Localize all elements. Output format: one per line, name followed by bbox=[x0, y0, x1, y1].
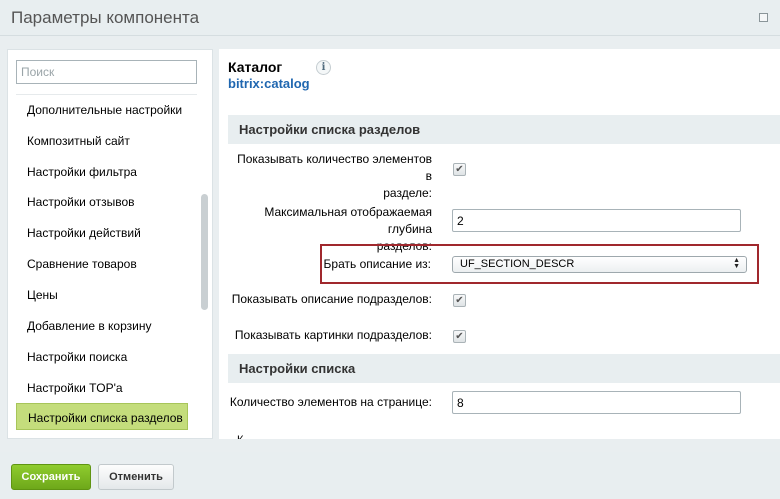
field-label-cut-off: К bbox=[237, 434, 243, 439]
sidebar-list: Дополнительные настройки Композитный сай… bbox=[16, 94, 197, 438]
sidebar-scroll-thumb[interactable] bbox=[201, 194, 208, 310]
section-title-section-list: Настройки списка разделов bbox=[228, 115, 780, 144]
cancel-button[interactable]: Отменить bbox=[98, 464, 174, 490]
window-titlebar: Параметры компонента bbox=[0, 0, 780, 36]
select-arrows-icon: ▲ ▼ bbox=[733, 257, 740, 270]
field-label-show-subsection-pictures: Показывать картинки подразделов: bbox=[234, 328, 432, 342]
info-icon[interactable]: i bbox=[316, 60, 331, 75]
field-label-line: разделе: bbox=[383, 186, 432, 200]
component-code: bitrix:catalog bbox=[228, 76, 310, 91]
section-title-list-settings: Настройки списка bbox=[228, 354, 780, 383]
show-subsection-description-checkbox[interactable]: ✔ bbox=[453, 294, 466, 307]
field-label-page-element-count: Количество элементов на странице: bbox=[229, 395, 432, 409]
field-label-description-source: Брать описание из: bbox=[323, 257, 431, 271]
max-depth-input[interactable] bbox=[452, 209, 741, 232]
sidebar: Дополнительные настройки Композитный сай… bbox=[7, 49, 213, 439]
sidebar-item-action-settings[interactable]: Настройки действий bbox=[16, 219, 188, 246]
settings-panel: Каталог bitrix:catalog i Настройки списк… bbox=[219, 49, 780, 439]
show-element-count-checkbox[interactable]: ✔ bbox=[453, 163, 466, 176]
sidebar-item-additional-settings[interactable]: Дополнительные настройки bbox=[16, 96, 188, 123]
field-label-show-subsection-description: Показывать описание подразделов: bbox=[231, 292, 432, 306]
sidebar-item-composite-site[interactable]: Композитный сайт bbox=[16, 127, 188, 154]
sidebar-item-prices[interactable]: Цены bbox=[16, 281, 188, 308]
show-subsection-pictures-checkbox[interactable]: ✔ bbox=[453, 330, 466, 343]
description-source-select[interactable]: UF_SECTION_DESCR ▲ ▼ bbox=[452, 256, 747, 273]
dialog-footer: Сохранить Отменить bbox=[0, 452, 780, 499]
field-label-line: Максимальная отображаемая глубина bbox=[264, 205, 432, 236]
sidebar-item-search-settings[interactable]: Настройки поиска bbox=[16, 343, 188, 370]
window-title: Параметры компонента bbox=[11, 8, 200, 27]
maximize-icon[interactable] bbox=[759, 13, 768, 22]
save-button[interactable]: Сохранить bbox=[11, 464, 91, 490]
component-name: Каталог bbox=[228, 59, 283, 75]
field-label-show-element-count: Показывать количество элементов в раздел… bbox=[229, 151, 432, 202]
sidebar-item-top-settings[interactable]: Настройки TOP'а bbox=[16, 374, 188, 401]
sidebar-item-review-settings[interactable]: Настройки отзывов bbox=[16, 188, 188, 215]
sidebar-item-product-comparison[interactable]: Сравнение товаров bbox=[16, 250, 188, 277]
search-input[interactable] bbox=[16, 60, 197, 84]
sidebar-item-section-list-settings[interactable]: Настройки списка разделов bbox=[16, 403, 188, 430]
sidebar-item-add-to-cart[interactable]: Добавление в корзину bbox=[16, 312, 188, 339]
field-label-line: Показывать количество элементов в bbox=[237, 152, 432, 183]
page-element-count-input[interactable] bbox=[452, 391, 741, 414]
description-source-value: UF_SECTION_DESCR bbox=[460, 258, 575, 270]
sidebar-item-filter-settings[interactable]: Настройки фильтра bbox=[16, 158, 188, 185]
sidebar-scrollbar[interactable] bbox=[201, 94, 209, 438]
